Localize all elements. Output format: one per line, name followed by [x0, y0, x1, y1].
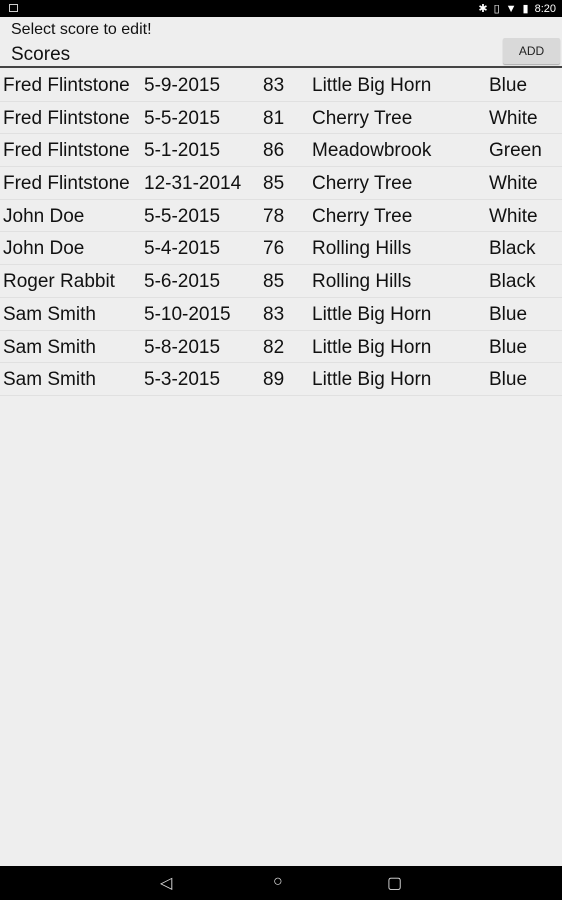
cell-date: 5-6-2015: [144, 271, 221, 293]
subtitle: Select score to edit!: [11, 21, 152, 38]
cell-date: 5-3-2015: [144, 369, 221, 391]
table-row[interactable]: Roger Rabbit 5-6-2015 85 Rolling Hills Black: [0, 265, 562, 298]
cell-score: 76: [263, 238, 285, 260]
bluetooth-icon: ✱: [478, 3, 488, 15]
image-icon: [9, 4, 18, 12]
cell-tee: Blue: [489, 336, 528, 358]
table-row[interactable]: John Doe 5-5-2015 78 Cherry Tree White: [0, 200, 562, 233]
cell-course: Little Big Horn: [312, 75, 432, 96]
cell-tee: White: [489, 205, 538, 227]
cell-player: Fred Flintstone: [3, 75, 130, 96]
header: Select score to edit! Scores ADD: [0, 17, 562, 68]
cell-course: Little Big Horn: [312, 303, 432, 325]
cell-tee: Black: [489, 238, 536, 260]
cell-date: 5-5-2015: [144, 205, 221, 227]
cell-tee: Blue: [489, 75, 528, 96]
table-row[interactable]: Fred Flintstone 12-31-2014 85 Cherry Tree Wh…: [0, 167, 562, 200]
navigation-bar: ◁ ○ ▢: [0, 866, 562, 900]
cell-date: 5-1-2015: [144, 140, 221, 162]
cell-player: Sam Smith: [3, 336, 96, 358]
cell-player: Sam Smith: [3, 369, 96, 391]
cell-course: Little Big Horn: [312, 369, 432, 391]
table-row[interactable]: Sam Smith 5-10-2015 83 Little Big Horn Blue: [0, 298, 562, 331]
cell-player: Fred Flintstone: [3, 107, 130, 129]
cell-course: Rolling Hills: [312, 271, 412, 293]
wifi-icon: ▼: [505, 2, 517, 15]
cell-score: 83: [263, 75, 285, 96]
table-row[interactable]: Sam Smith 5-8-2015 82 Little Big Horn Blue: [0, 331, 562, 364]
cell-date: 5-8-2015: [144, 336, 221, 358]
cell-score: 83: [263, 303, 285, 325]
clock: 8:20: [534, 2, 556, 15]
cell-tee: Green: [489, 140, 542, 162]
table-row[interactable]: Fred Flintstone 5-1-2015 86 Meadowbrook Gree…: [0, 134, 562, 168]
page-title: Scores: [11, 44, 71, 65]
cell-date: 12-31-2014: [144, 173, 242, 195]
cell-score: 89: [263, 369, 285, 391]
vibrate-icon: ▯: [493, 3, 500, 15]
cell-tee: Black: [489, 271, 536, 293]
recents-icon[interactable]: ▢: [387, 873, 402, 893]
cell-player: Sam Smith: [3, 303, 96, 325]
cell-date: 5-9-2015: [144, 75, 221, 96]
cell-score: 85: [263, 271, 285, 293]
cell-course: Cherry Tree: [312, 205, 413, 227]
cell-course: Meadowbrook: [312, 140, 432, 162]
cell-score: 85: [263, 173, 285, 195]
battery-icon: ▮: [522, 3, 529, 15]
cell-course: Little Big Horn: [312, 336, 432, 358]
cell-date: 5-4-2015: [144, 238, 221, 260]
cell-score: 81: [263, 107, 285, 129]
home-icon[interactable]: ○: [273, 873, 283, 891]
cell-score: 86: [263, 140, 285, 162]
cell-course: Cherry Tree: [312, 173, 413, 195]
table-row[interactable]: Sam Smith 5-3-2015 89 Little Big Horn Blue: [0, 363, 562, 396]
cell-tee: White: [489, 107, 538, 129]
cell-tee: Blue: [489, 303, 528, 325]
cell-score: 78: [263, 205, 285, 227]
status-bar: ✱ ▯ ▼ ▮ 8:20: [0, 0, 562, 17]
cell-course: Cherry Tree: [312, 107, 413, 129]
cell-player: Roger Rabbit: [3, 271, 115, 293]
table-row[interactable]: John Doe 5-4-2015 76 Rolling Hills Black: [0, 232, 562, 266]
cell-course: Rolling Hills: [312, 238, 412, 260]
cell-date: 5-5-2015: [144, 107, 221, 129]
back-icon[interactable]: ◁: [160, 873, 172, 893]
cell-date: 5-10-2015: [144, 303, 231, 325]
cell-player: John Doe: [3, 238, 85, 260]
table-row[interactable]: Fred Flintstone 5-5-2015 81 Cherry Tree Whit…: [0, 102, 562, 135]
cell-player: Fred Flintstone: [3, 173, 130, 195]
add-button[interactable]: ADD: [503, 38, 560, 64]
scores-list: Fred Flintstone 5-9-2015 83 Little Big Horn…: [0, 69, 562, 396]
cell-player: Fred Flintstone: [3, 140, 130, 162]
cell-tee: Blue: [489, 369, 528, 391]
cell-tee: White: [489, 173, 538, 195]
cell-score: 82: [263, 336, 285, 358]
table-row[interactable]: Fred Flintstone 5-9-2015 83 Little Big Horn…: [0, 69, 562, 102]
cell-player: John Doe: [3, 205, 85, 227]
